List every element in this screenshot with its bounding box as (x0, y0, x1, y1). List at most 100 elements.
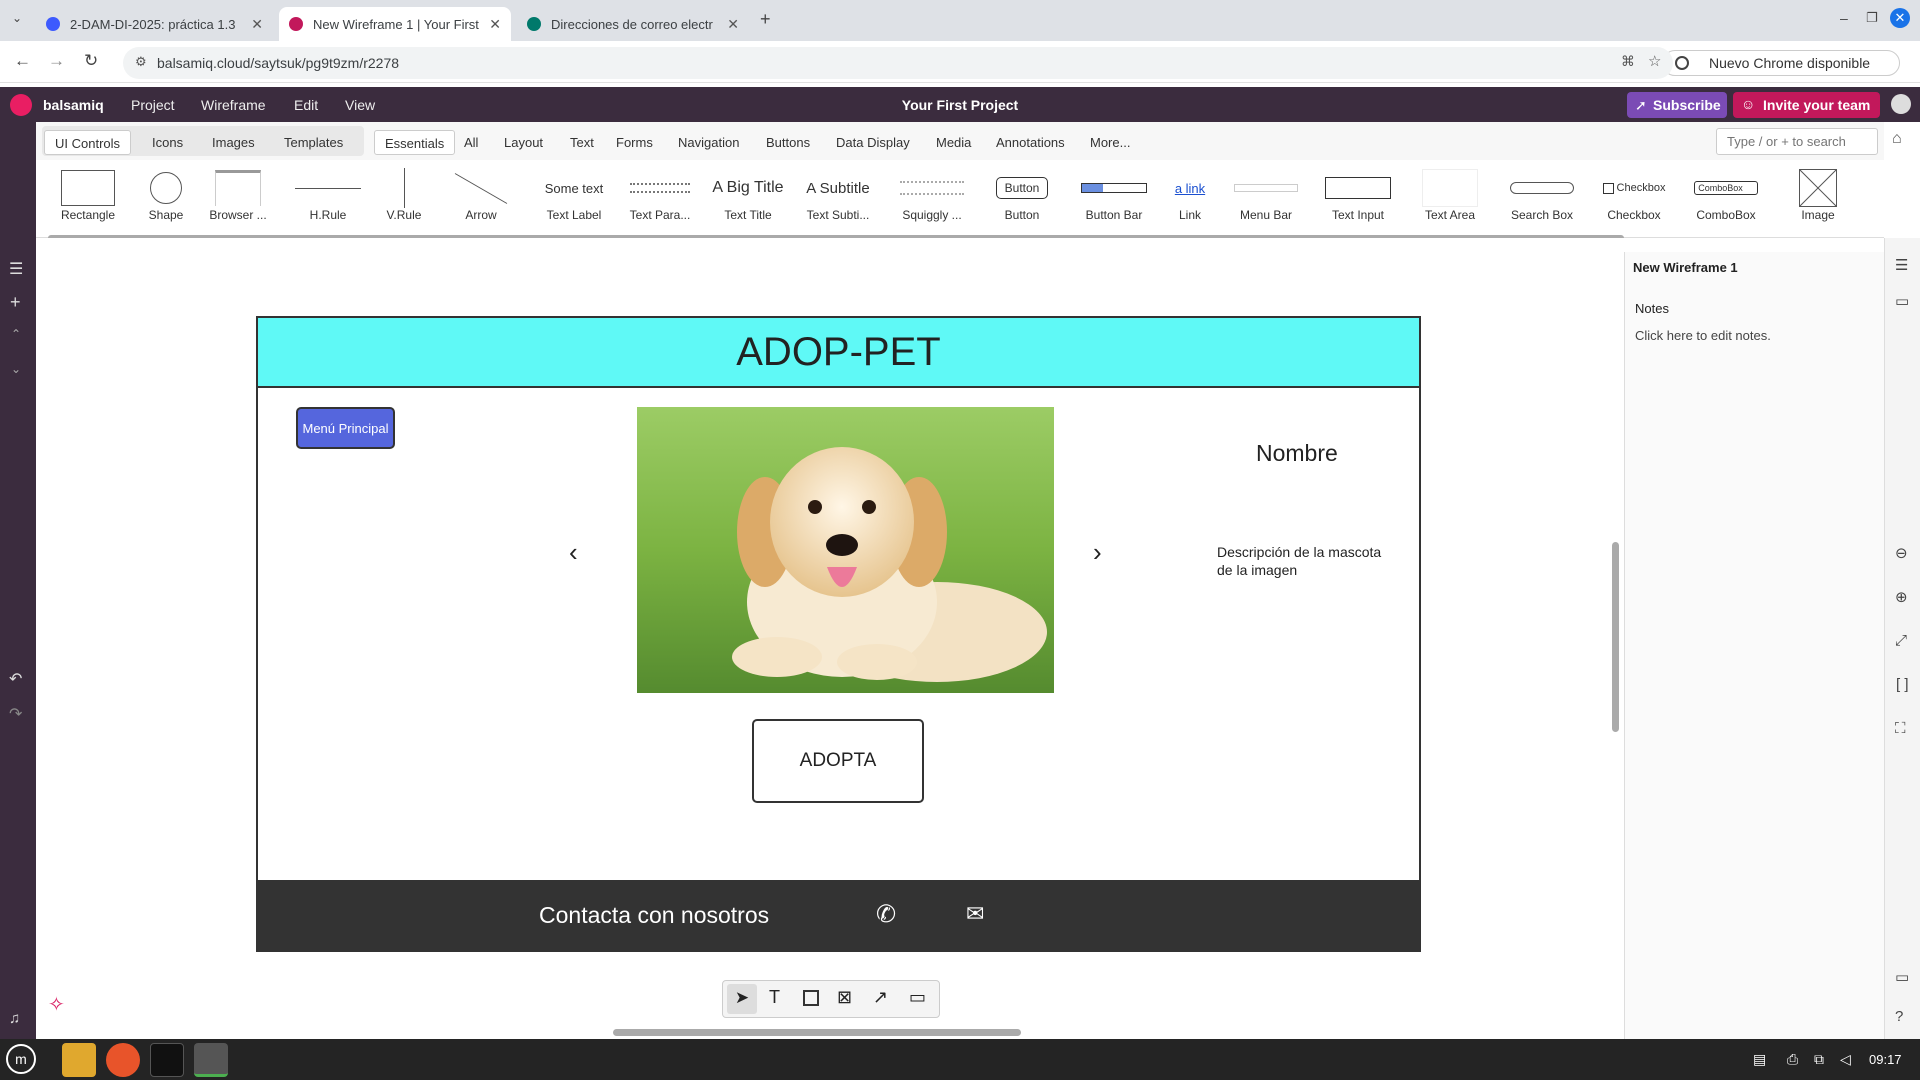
lib-text-label[interactable]: Some text Text Label (530, 168, 618, 236)
tab-annotations[interactable]: Annotations (986, 130, 1075, 155)
tab-search-icon[interactable]: ⌄ (12, 11, 22, 25)
previous-arrow-icon[interactable]: ‹ (569, 537, 578, 568)
subscribe-button[interactable]: ➚ Subscribe (1627, 92, 1727, 118)
site-info-icon[interactable]: ⚙ (135, 54, 147, 70)
invite-team-button[interactable]: ☺ Invite your team (1733, 92, 1880, 118)
lib-link[interactable]: a link Link (1146, 168, 1234, 236)
lib-checkbox[interactable]: Checkbox Checkbox (1590, 168, 1678, 236)
browser-tab-2[interactable]: New Wireframe 1 | Your First ✕ (279, 7, 511, 41)
pet-photo[interactable] (637, 407, 1054, 693)
comment-tool-icon[interactable]: ▭ (909, 987, 926, 1008)
close-tab-icon[interactable]: ✕ (489, 16, 501, 33)
firefox-app-icon[interactable] (106, 1043, 140, 1077)
browser-tab-1[interactable]: 2-DAM-DI-2025: práctica 1.3 ✕ (36, 7, 273, 41)
text-tool-icon[interactable]: T (769, 987, 780, 1008)
music-icon[interactable]: ♫ (9, 1010, 20, 1027)
tab-navigation[interactable]: Navigation (668, 130, 749, 155)
image-tool-icon[interactable]: ⊠ (837, 987, 852, 1008)
notes-edit-area[interactable]: Click here to edit notes. (1635, 328, 1771, 343)
forward-icon[interactable]: → (48, 51, 65, 71)
rectangle-tool-icon[interactable] (803, 990, 819, 1006)
up-icon[interactable]: ⌃ (11, 327, 21, 341)
lib-browser[interactable]: Browser ... (194, 168, 282, 236)
tab-more[interactable]: More... (1080, 130, 1140, 155)
main-menu-button[interactable]: Menú Principal (296, 407, 395, 449)
tab-images[interactable]: Images (202, 130, 265, 155)
menu-edit[interactable]: Edit (294, 97, 318, 113)
clipboard-icon[interactable]: ▤ (1753, 1051, 1766, 1068)
help-icon[interactable]: ? (1895, 1008, 1903, 1025)
vertical-scrollbar[interactable] (1612, 542, 1619, 732)
chrome-app-icon[interactable] (194, 1043, 228, 1077)
lib-button[interactable]: Button Button (978, 168, 1066, 236)
lib-search-box[interactable]: Search Box (1498, 168, 1586, 236)
zoom-in-icon[interactable]: ⊕ (1895, 588, 1908, 606)
tab-text[interactable]: Text (560, 130, 604, 155)
lib-button-bar[interactable]: Button Bar (1070, 168, 1158, 236)
menu-view[interactable]: View (345, 97, 375, 113)
zoom-out-icon[interactable]: ⊖ (1895, 544, 1908, 562)
back-icon[interactable]: ← (14, 51, 31, 71)
tab-data-display[interactable]: Data Display (826, 130, 920, 155)
restore-icon[interactable]: ❐ (1866, 10, 1878, 26)
new-tab-icon[interactable]: + (760, 9, 771, 30)
lib-combobox[interactable]: ComboBox ComboBox (1682, 168, 1770, 236)
fit-screen-icon[interactable]: ⛶ (1895, 720, 1906, 737)
adopt-button[interactable]: ADOPTA (752, 719, 924, 803)
undo-icon[interactable]: ↶ (9, 669, 22, 689)
select-tool-icon[interactable]: ➤ (727, 984, 757, 1014)
tab-templates[interactable]: Templates (274, 130, 353, 155)
wireframe-header[interactable]: ADOP-PET (256, 316, 1421, 388)
printer-icon[interactable]: ⎙ (1787, 1051, 1798, 1068)
chrome-update-button[interactable]: Nuevo Chrome disponible (1662, 50, 1900, 76)
lib-vrule[interactable]: V.Rule (360, 168, 448, 236)
close-tab-icon[interactable]: ✕ (727, 16, 739, 33)
url-bar[interactable]: ⚙ balsamiq.cloud/saytsuk/pg9t9zm/r2278 ⌘… (123, 47, 1673, 79)
lib-text-paragraph[interactable]: Text Para... (616, 168, 704, 236)
browser-tab-3[interactable]: Direcciones de correo electr ✕ (517, 7, 749, 41)
wireframe-footer[interactable]: Contacta con nosotros ✆ ✉ (256, 880, 1421, 952)
lib-menu-bar[interactable]: Menu Bar (1222, 168, 1310, 236)
close-tab-icon[interactable]: ✕ (251, 16, 263, 33)
menu-project[interactable]: Project (131, 97, 175, 113)
tab-forms[interactable]: Forms (606, 130, 663, 155)
ai-sparkle-icon[interactable]: ✧ (48, 992, 65, 1017)
lib-text-area[interactable]: Text Area (1406, 168, 1494, 236)
tab-buttons[interactable]: Buttons (756, 130, 820, 155)
network-icon[interactable]: ⧉ (1814, 1051, 1824, 1068)
reload-icon[interactable]: ↻ (84, 51, 98, 71)
arrow-tool-icon[interactable]: ↗ (873, 987, 888, 1008)
lib-squiggly[interactable]: Squiggly ... (888, 168, 976, 236)
minimize-icon[interactable]: – (1840, 10, 1848, 26)
down-icon[interactable]: ⌄ (11, 362, 21, 376)
bookmark-star-icon[interactable]: ☆ (1648, 52, 1661, 70)
terminal-app-icon[interactable] (150, 1043, 184, 1077)
redo-icon[interactable]: ↷ (9, 704, 22, 724)
tab-layout[interactable]: Layout (494, 130, 553, 155)
tab-all[interactable]: All (454, 130, 488, 155)
lib-text-input[interactable]: Text Input (1314, 168, 1402, 236)
comments-icon[interactable]: ▭ (1895, 292, 1909, 310)
close-window-icon[interactable]: ✕ (1890, 8, 1910, 28)
next-arrow-icon[interactable]: › (1093, 537, 1102, 568)
lib-arrow[interactable]: Arrow (437, 168, 525, 236)
shapes-icon[interactable]: ⌂ (1892, 130, 1902, 148)
lib-rectangle[interactable]: Rectangle (44, 168, 132, 236)
lib-hrule[interactable]: H.Rule (284, 168, 372, 236)
tab-media[interactable]: Media (926, 130, 981, 155)
files-app-icon[interactable] (62, 1043, 96, 1077)
translate-icon[interactable]: ⌘ (1621, 53, 1635, 70)
lib-text-title[interactable]: A Big Title Text Title (704, 168, 792, 236)
start-menu-icon[interactable]: m (6, 1044, 36, 1074)
brackets-icon[interactable]: [ ] (1896, 676, 1909, 693)
quick-add-search-input[interactable] (1716, 128, 1878, 155)
lib-image[interactable]: Image (1774, 168, 1862, 236)
properties-icon[interactable]: ☰ (1895, 256, 1908, 274)
menu-wireframe[interactable]: Wireframe (201, 97, 266, 113)
pages-icon[interactable]: ☰ (9, 259, 23, 279)
tab-ui-controls[interactable]: UI Controls (44, 130, 132, 155)
tab-essentials[interactable]: Essentials (374, 130, 456, 155)
lib-text-subtitle[interactable]: A Subtitle Text Subti... (794, 168, 882, 236)
volume-icon[interactable]: ◁ (1840, 1051, 1851, 1068)
feedback-icon[interactable]: ▭ (1895, 968, 1909, 986)
